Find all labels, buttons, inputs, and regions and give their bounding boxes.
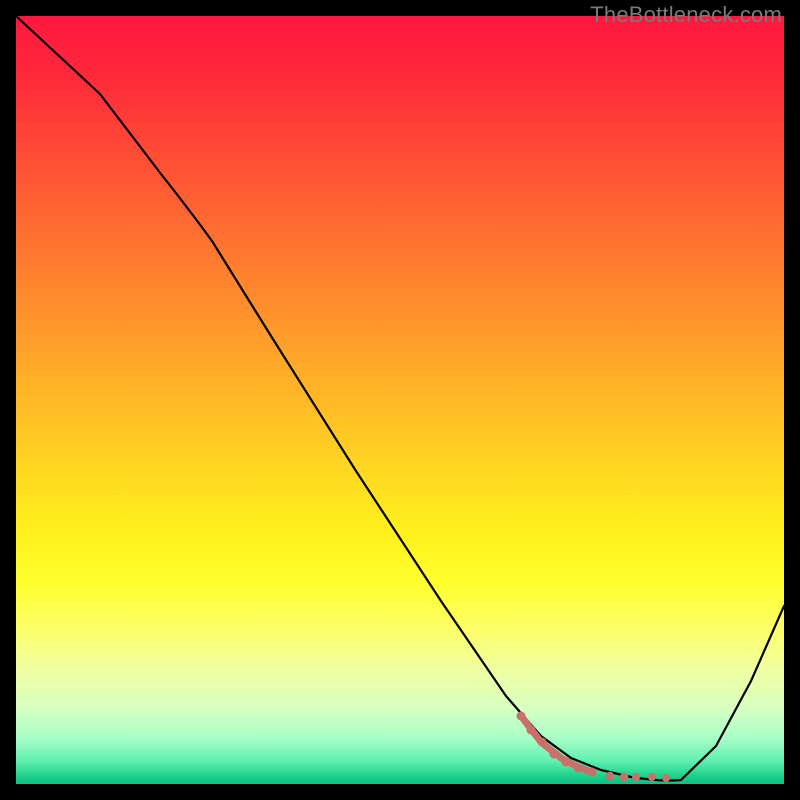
chart-plot-area	[16, 16, 784, 784]
chart-svg	[16, 16, 784, 784]
watermark-text: TheBottleneck.com	[590, 2, 782, 28]
highlight-optimal-range	[517, 712, 671, 783]
bottleneck-curve-line	[16, 16, 784, 781]
